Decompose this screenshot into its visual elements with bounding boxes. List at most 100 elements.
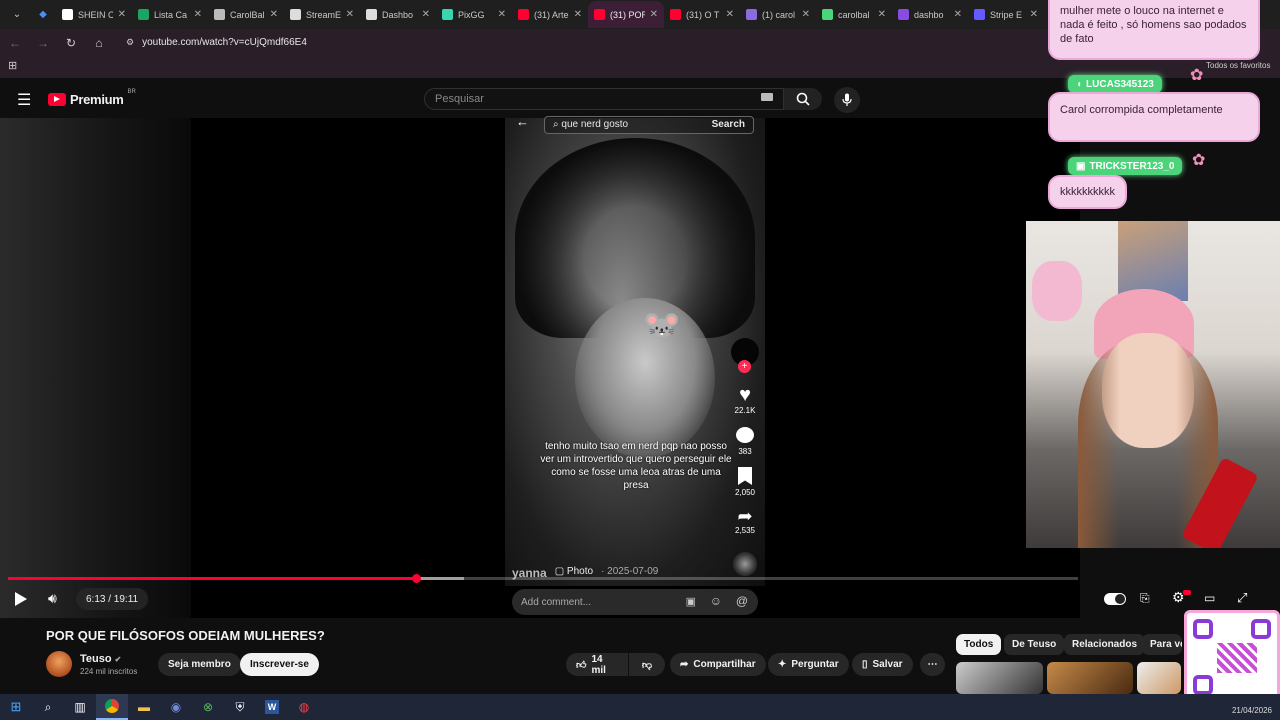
qr-pattern bbox=[1217, 643, 1257, 673]
tiktok-comment-input[interactable]: Add comment... ▣ ☺ @ bbox=[512, 589, 758, 615]
save-button[interactable]: ▯ Salvar bbox=[852, 653, 913, 676]
tab-close-icon[interactable]: ✕ bbox=[498, 9, 506, 20]
site-info-icon[interactable]: ⚙ bbox=[126, 37, 134, 48]
like-button[interactable]: 👍︎ 14 mil bbox=[566, 653, 628, 676]
all-favorites[interactable]: Todos os favoritos bbox=[1206, 61, 1270, 70]
browser-tab[interactable]: SHEIN C ✕ bbox=[56, 1, 132, 28]
image-attach-icon[interactable]: ▣ bbox=[686, 595, 696, 608]
more-actions-button[interactable]: ⋯ bbox=[920, 653, 945, 676]
apps-icon[interactable]: ⊞ bbox=[8, 59, 17, 72]
channel-avatar[interactable] bbox=[46, 651, 72, 677]
browser-tab[interactable]: Stripe E ✕ bbox=[968, 1, 1044, 28]
tab-title: (1) carol bbox=[762, 9, 796, 20]
voice-search-button[interactable] bbox=[834, 87, 860, 113]
qr-corner bbox=[1193, 619, 1213, 639]
tiktok-share[interactable]: ➦ 2,535 bbox=[727, 506, 763, 535]
autoplay-toggle[interactable] bbox=[1104, 593, 1126, 605]
ask-button[interactable]: ✦ Perguntar bbox=[768, 653, 849, 676]
chrome-icon[interactable] bbox=[96, 694, 128, 720]
tab-close-icon[interactable]: ✕ bbox=[878, 9, 886, 20]
hamburger-menu-icon[interactable]: ☰ bbox=[17, 90, 31, 110]
mention-icon[interactable]: @ bbox=[736, 594, 748, 608]
windows-start-icon[interactable]: ⊞ bbox=[0, 694, 32, 720]
tab-close-icon[interactable]: ✕ bbox=[346, 9, 354, 20]
tiktok-follow-button[interactable]: + bbox=[738, 360, 751, 373]
miniplayer-icon[interactable]: ▭ bbox=[1204, 591, 1215, 605]
tiktok-back-icon[interactable]: ← bbox=[516, 114, 529, 129]
forward-icon[interactable]: → bbox=[36, 36, 50, 50]
chat-message: Carol corrompida completamente bbox=[1048, 92, 1260, 142]
tab-search-icon[interactable]: ⌄ bbox=[8, 6, 26, 24]
keyboard-icon[interactable] bbox=[761, 93, 773, 101]
tiktok-comments[interactable]: 383 bbox=[727, 425, 763, 456]
chip-from-channel[interactable]: De Teuso bbox=[1004, 634, 1065, 655]
browser-tab[interactable]: Dashbo ✕ bbox=[360, 1, 436, 28]
play-button[interactable] bbox=[12, 592, 28, 608]
back-icon[interactable]: ← bbox=[8, 36, 22, 50]
share-button[interactable]: ➦ Compartilhar bbox=[670, 653, 766, 676]
tiktok-save[interactable]: 2,050 bbox=[727, 467, 763, 497]
tab-close-icon[interactable]: ✕ bbox=[650, 9, 658, 20]
subtitles-icon[interactable]: ⎘ bbox=[1140, 591, 1150, 606]
subscribe-button[interactable]: Inscrever-se bbox=[240, 653, 319, 676]
tiktok-search-bar[interactable]: ⌕ que nerd gosto Search bbox=[544, 116, 754, 134]
browser-tab[interactable]: (31) O T ✕ bbox=[664, 1, 740, 28]
browser-tab[interactable]: carolbal ✕ bbox=[816, 1, 892, 28]
tab-close-icon[interactable]: ✕ bbox=[422, 9, 430, 20]
tiktok-music-disc[interactable] bbox=[733, 552, 757, 576]
volume-button[interactable]: 🔊︎ bbox=[48, 590, 57, 607]
word-icon[interactable]: W bbox=[256, 694, 288, 720]
search-input[interactable]: Pesquisar bbox=[424, 88, 784, 110]
reload-icon[interactable]: ↻ bbox=[64, 36, 78, 50]
related-video-thumbnail[interactable] bbox=[1137, 662, 1181, 694]
emoji-icon[interactable]: ☺ bbox=[710, 594, 722, 608]
tab-close-icon[interactable]: ✕ bbox=[802, 9, 810, 20]
related-video-thumbnail[interactable] bbox=[1046, 662, 1134, 694]
browser-tab[interactable]: dashbo ✕ bbox=[892, 1, 968, 28]
home-icon[interactable]: ⌂ bbox=[92, 36, 106, 50]
tiktok-search-button[interactable]: Search bbox=[712, 119, 745, 131]
browser-tab[interactable]: Lista Ca ✕ bbox=[132, 1, 208, 28]
youtube-play-logo-icon bbox=[48, 93, 66, 106]
xbox-icon[interactable]: ⊗ bbox=[192, 694, 224, 720]
progress-scrubber[interactable] bbox=[411, 574, 421, 583]
tab-close-icon[interactable]: ✕ bbox=[118, 9, 126, 20]
youtube-logo[interactable]: Premium BR bbox=[48, 89, 136, 107]
sparkle-icon: ✦ bbox=[778, 659, 787, 670]
tab-close-icon[interactable]: ✕ bbox=[1030, 9, 1038, 20]
browser-tab[interactable]: CarolBal ✕ bbox=[208, 1, 284, 28]
chip-for-you[interactable]: Para vo bbox=[1142, 634, 1182, 655]
chip-all[interactable]: Todos bbox=[956, 634, 1002, 655]
chat-message: mulher mete o louco na internet e nada é… bbox=[1048, 0, 1260, 60]
channel-name[interactable]: Teuso ✔ bbox=[80, 653, 121, 665]
dislike-button[interactable]: 👎︎ bbox=[629, 653, 665, 676]
browser-tab[interactable]: (31) Arte ✕ bbox=[512, 1, 588, 28]
tab-close-icon[interactable]: ✕ bbox=[954, 9, 962, 20]
search-button[interactable] bbox=[784, 88, 822, 110]
obs-icon[interactable]: ◍ bbox=[288, 694, 320, 720]
related-video-thumbnail[interactable] bbox=[956, 662, 1043, 694]
tiktok-like[interactable]: ♥ 22.1K bbox=[727, 384, 763, 415]
tab-close-icon[interactable]: ✕ bbox=[194, 9, 202, 20]
tab-close-icon[interactable]: ✕ bbox=[574, 9, 582, 20]
tab-favicon-icon bbox=[442, 9, 453, 20]
browser-tab[interactable]: (31) POR ✕ bbox=[588, 1, 664, 28]
save-icon: ▯ bbox=[862, 659, 868, 670]
chip-related[interactable]: Relacionados bbox=[1064, 634, 1146, 655]
tab-close-icon[interactable]: ✕ bbox=[270, 9, 278, 20]
tab-close-icon[interactable]: ✕ bbox=[726, 9, 734, 20]
taskbar-search-icon[interactable]: ⌕ bbox=[32, 694, 64, 720]
security-shield-icon[interactable]: ⛨ bbox=[224, 694, 256, 720]
flower-icon: ✿ bbox=[1190, 67, 1204, 84]
fullscreen-icon[interactable]: ⤢ bbox=[1237, 590, 1247, 606]
task-view-icon[interactable]: ▥ bbox=[64, 694, 96, 720]
file-explorer-icon[interactable]: ▬ bbox=[128, 694, 160, 720]
browser-tab[interactable]: StreamE ✕ bbox=[284, 1, 360, 28]
tab-favicon-icon bbox=[214, 9, 225, 20]
pinned-tab-icon[interactable]: ◆ bbox=[34, 6, 52, 24]
browser-tab[interactable]: PixGG ✕ bbox=[436, 1, 512, 28]
url-field[interactable]: ⚙ youtube.com/watch?v=cUjQmdf66E4 bbox=[126, 37, 307, 48]
join-button[interactable]: Seja membro bbox=[158, 653, 241, 676]
browser-tab[interactable]: (1) carol ✕ bbox=[740, 1, 816, 28]
discord-icon[interactable]: ◉ bbox=[160, 694, 192, 720]
